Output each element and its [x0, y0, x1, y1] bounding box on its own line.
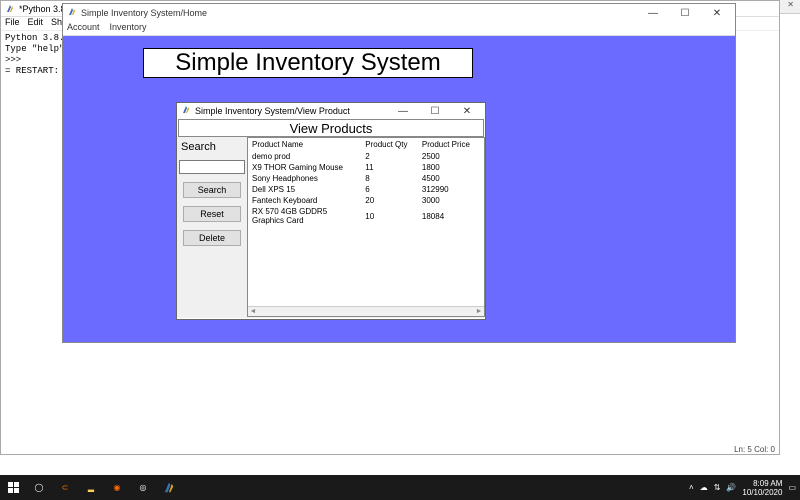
taskbar-app-icon[interactable]: ⊂ — [56, 479, 74, 497]
home-minimize-button[interactable]: — — [639, 8, 667, 19]
scroll-left-icon[interactable]: ◄ — [248, 308, 258, 315]
menu-account[interactable]: Account — [67, 22, 100, 35]
taskbar-explorer-icon[interactable]: ▂ — [82, 479, 100, 497]
table-row[interactable]: demo prod22500 — [248, 151, 484, 162]
home-titlebar[interactable]: Simple Inventory System/Home — ☐ ✕ — [63, 4, 735, 22]
taskbar-chrome-icon[interactable]: ◎ — [134, 479, 152, 497]
modal-maximize-button[interactable]: ☐ — [421, 106, 449, 117]
taskbar-cortana-icon[interactable]: ◯ — [30, 479, 48, 497]
tray-onedrive-icon[interactable]: ☁ — [700, 483, 708, 492]
table-row[interactable]: Sony Headphones84500 — [248, 173, 484, 184]
cell-name: RX 570 4GB GDDR5 Graphics Card — [248, 206, 361, 226]
view-product-window: Simple Inventory System/View Product — ☐… — [176, 102, 486, 320]
table-body: demo prod22500X9 THOR Gaming Mouse111800… — [248, 151, 484, 226]
cell-qty: 8 — [361, 173, 418, 184]
taskbar-clock[interactable]: 8:09 AM 10/10/2020 — [742, 479, 782, 497]
modal-close-button[interactable]: ✕ — [453, 106, 481, 117]
tray-volume-icon[interactable]: 🔊 — [726, 483, 736, 492]
col-product-name[interactable]: Product Name — [248, 138, 361, 151]
cell-name: demo prod — [248, 151, 361, 162]
col-product-qty[interactable]: Product Qty — [361, 138, 418, 151]
clock-time: 8:09 AM — [742, 479, 782, 488]
cell-qty: 2 — [361, 151, 418, 162]
idle-menu-file[interactable]: File — [5, 17, 20, 30]
cell-price: 18084 — [418, 206, 484, 226]
scroll-right-icon[interactable]: ► — [474, 308, 484, 315]
modal-titlebar[interactable]: Simple Inventory System/View Product — ☐… — [177, 103, 485, 119]
cell-price: 312990 — [418, 184, 484, 195]
search-panel: Search Search Reset Delete — [177, 137, 247, 317]
cell-price: 4500 — [418, 173, 484, 184]
python-icon — [181, 105, 191, 117]
clock-date: 10/10/2020 — [742, 488, 782, 497]
reset-button[interactable]: Reset — [183, 206, 241, 222]
cell-qty: 11 — [361, 162, 418, 173]
windows-taskbar[interactable]: ◯ ⊂ ▂ ◉ ◎ ˄ ☁ ⇅ 🔊 8:09 AM 10/10/2020 ▭ — [0, 475, 800, 500]
python-icon — [5, 4, 15, 14]
bg-close-button[interactable]: ✕ — [787, 0, 794, 13]
cell-price: 2500 — [418, 151, 484, 162]
idle-status-bar: Ln: 5 Col: 0 — [734, 445, 775, 454]
cell-price: 3000 — [418, 195, 484, 206]
start-button[interactable] — [4, 479, 22, 497]
home-menubar: Account Inventory — [63, 22, 735, 36]
search-button[interactable]: Search — [183, 182, 241, 198]
notifications-icon[interactable]: ▭ — [788, 483, 796, 492]
modal-title: Simple Inventory System/View Product — [195, 106, 350, 116]
cell-name: Fantech Keyboard — [248, 195, 361, 206]
delete-button[interactable]: Delete — [183, 230, 241, 246]
table-row[interactable]: RX 570 4GB GDDR5 Graphics Card1018084 — [248, 206, 484, 226]
cell-price: 1800 — [418, 162, 484, 173]
modal-header: View Products — [178, 119, 484, 137]
cell-qty: 20 — [361, 195, 418, 206]
product-table-container: Product Name Product Qty Product Price d… — [247, 137, 485, 317]
menu-inventory[interactable]: Inventory — [110, 22, 147, 35]
home-title: Simple Inventory System/Home — [81, 8, 207, 18]
table-row[interactable]: Fantech Keyboard203000 — [248, 195, 484, 206]
table-row[interactable]: X9 THOR Gaming Mouse111800 — [248, 162, 484, 173]
cell-name: Dell XPS 15 — [248, 184, 361, 195]
app-banner: Simple Inventory System — [143, 48, 473, 78]
product-table[interactable]: Product Name Product Qty Product Price — [248, 138, 484, 151]
modal-minimize-button[interactable]: — — [389, 106, 417, 117]
home-close-button[interactable]: ✕ — [703, 8, 731, 19]
tray-overflow-icon[interactable]: ˄ — [689, 483, 694, 492]
cell-name: Sony Headphones — [248, 173, 361, 184]
cell-qty: 6 — [361, 184, 418, 195]
cell-qty: 10 — [361, 206, 418, 226]
python-icon — [67, 7, 77, 19]
home-maximize-button[interactable]: ☐ — [671, 8, 699, 19]
search-label: Search — [181, 141, 245, 153]
table-row[interactable]: Dell XPS 156312990 — [248, 184, 484, 195]
horizontal-scrollbar[interactable]: ◄ ► — [248, 306, 484, 316]
tray-network-icon[interactable]: ⇅ — [714, 483, 721, 492]
search-input[interactable] — [179, 160, 245, 174]
col-product-price[interactable]: Product Price — [418, 138, 484, 151]
taskbar-firefox-icon[interactable]: ◉ — [108, 479, 126, 497]
idle-menu-edit[interactable]: Edit — [28, 17, 44, 30]
table-header-row[interactable]: Product Name Product Qty Product Price — [248, 138, 484, 151]
taskbar-idle-icon[interactable] — [160, 479, 178, 497]
system-tray[interactable]: ˄ ☁ ⇅ 🔊 8:09 AM 10/10/2020 ▭ — [689, 479, 796, 497]
cell-name: X9 THOR Gaming Mouse — [248, 162, 361, 173]
